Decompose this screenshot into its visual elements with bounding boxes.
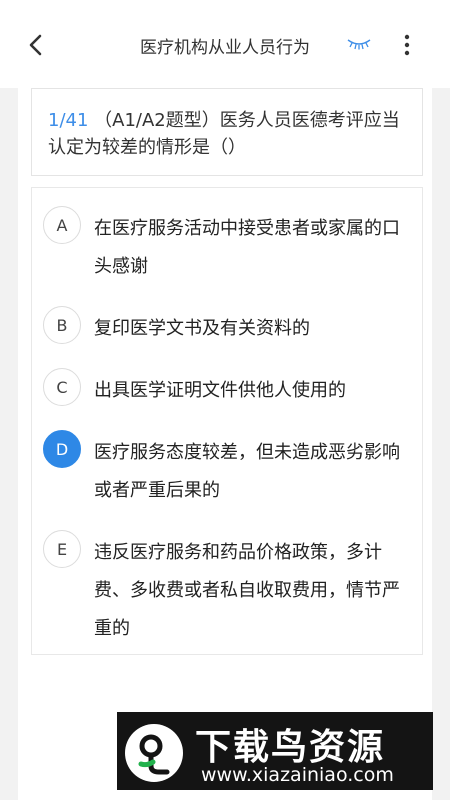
watermark-url: www.xiazainiao.com	[201, 764, 394, 786]
question-text: （A1/A2题型）医务人员医德考评应当认定为较差的情形是（）	[48, 110, 400, 158]
question-card: 1/41 （A1/A2题型）医务人员医德考评应当认定为较差的情形是（）	[31, 88, 423, 176]
option-text: 复印医学文书及有关资料的	[94, 318, 310, 339]
page-title: 医疗机构从业人员行为	[140, 38, 310, 58]
option-text: 医疗服务态度较差，但未造成恶劣影响或者严重后果的	[94, 442, 400, 501]
question-number: 1/41	[48, 110, 89, 131]
option-letter-badge[interactable]: B	[43, 306, 81, 344]
more-vertical-icon[interactable]	[396, 32, 418, 58]
eye-closed-icon[interactable]	[346, 36, 372, 52]
option-text: 出具医学证明文件供他人使用的	[94, 380, 346, 401]
option-text: 在医疗服务活动中接受患者或家属的口头感谢	[94, 218, 400, 277]
options-list: A 在医疗服务活动中接受患者或家属的口头感谢 B 复印医学文书及有关资料的 C …	[31, 187, 423, 655]
option-letter-badge[interactable]: C	[43, 368, 81, 406]
option-d[interactable]: D 医疗服务态度较差，但未造成恶劣影响或者严重后果的	[32, 416, 424, 516]
option-c[interactable]: C 出具医学证明文件供他人使用的	[32, 354, 424, 416]
option-a[interactable]: A 在医疗服务活动中接受患者或家属的口头感谢	[32, 192, 424, 292]
option-b[interactable]: B 复印医学文书及有关资料的	[32, 292, 424, 354]
bird-logo-icon	[125, 724, 183, 782]
watermark-name: 下载鸟资源	[195, 727, 386, 768]
option-letter-badge-selected[interactable]: D	[43, 430, 81, 468]
option-e[interactable]: E 违反医疗服务和药品价格政策，多计费、多收费或者私自收取费用，情节严重的	[32, 516, 424, 646]
option-letter-badge[interactable]: E	[43, 530, 81, 568]
back-arrow-icon[interactable]	[22, 30, 52, 60]
option-text: 违反医疗服务和药品价格政策，多计费、多收费或者私自收取费用，情节严重的	[94, 542, 400, 639]
watermark-banner: 下载鸟资源 www.xiazainiao.com	[117, 712, 433, 790]
option-letter-badge[interactable]: A	[43, 206, 81, 244]
